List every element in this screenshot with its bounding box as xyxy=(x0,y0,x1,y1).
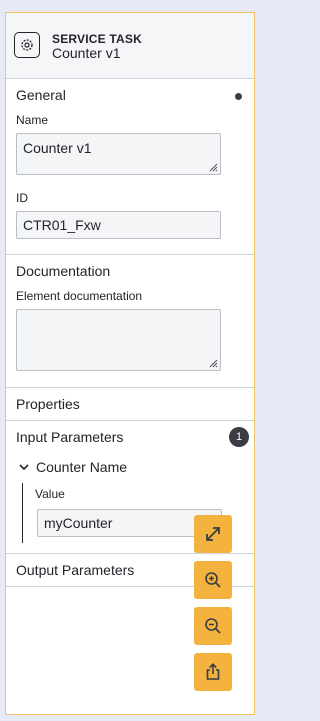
gear-icon xyxy=(14,31,40,58)
share-button[interactable] xyxy=(194,653,232,691)
group-documentation-header[interactable]: Documentation xyxy=(6,255,254,287)
zoom-in-button[interactable] xyxy=(194,561,232,599)
panel-header: SERVICE TASK Counter v1 xyxy=(6,13,254,79)
value-field-value: myCounter xyxy=(44,515,113,531)
group-general-header[interactable]: General xyxy=(6,79,254,111)
name-field-value: Counter v1 xyxy=(23,140,92,156)
fullscreen-button[interactable] xyxy=(194,515,232,553)
input-parameters-count-badge: 1 xyxy=(229,427,249,447)
input-parameter-item[interactable]: Counter Name xyxy=(6,453,254,481)
group-properties-header[interactable]: Properties xyxy=(6,388,254,420)
input-parameter-name: Counter Name xyxy=(36,459,128,475)
canvas-toolbar xyxy=(194,515,232,699)
documentation-label: Element documentation xyxy=(16,289,143,303)
chevron-down-icon[interactable] xyxy=(18,461,30,473)
zoom-out-icon xyxy=(205,618,221,634)
name-label: Name xyxy=(16,113,49,127)
id-field-value: CTR01_Fxw xyxy=(23,217,101,233)
name-field[interactable]: Counter v1 xyxy=(16,133,221,175)
group-documentation: Documentation Element documentation xyxy=(6,255,254,388)
zoom-out-button[interactable] xyxy=(194,607,232,645)
value-label: Value xyxy=(35,487,65,501)
documentation-field[interactable] xyxy=(16,309,221,371)
group-properties: Properties xyxy=(6,388,254,421)
element-type: SERVICE TASK xyxy=(52,31,142,46)
zoom-in-icon xyxy=(205,572,221,588)
element-name: Counter v1 xyxy=(52,44,121,61)
id-label: ID xyxy=(16,191,28,205)
group-input-parameters-header[interactable]: Input Parameters xyxy=(6,421,254,453)
resize-handle-icon[interactable] xyxy=(208,358,218,368)
expand-icon xyxy=(206,527,220,541)
id-field[interactable]: CTR01_Fxw xyxy=(16,211,221,239)
share-icon xyxy=(206,663,220,680)
changes-indicator-dot xyxy=(235,93,242,100)
resize-handle-icon[interactable] xyxy=(208,162,218,172)
group-general: General Name Counter v1 ID CTR01_Fxw xyxy=(6,79,254,255)
